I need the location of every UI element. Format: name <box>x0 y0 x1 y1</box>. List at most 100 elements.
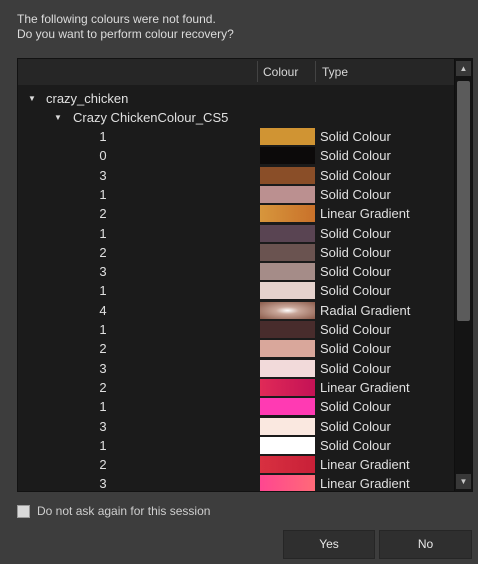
colour-tree[interactable]: Colour Type ▼ crazy_chicken ▼ Crazy Chic… <box>17 58 473 492</box>
expand-arrow-icon[interactable]: ▼ <box>28 94 36 103</box>
usage-count: 1 <box>99 399 107 415</box>
expand-arrow-icon[interactable]: ▼ <box>54 113 62 122</box>
message-line-2: Do you want to perform colour recovery? <box>17 27 234 41</box>
usage-count: 1 <box>99 283 107 299</box>
usage-count: 1 <box>99 129 107 144</box>
colour-swatch <box>260 224 315 242</box>
vertical-scrollbar[interactable]: ▲ ▼ <box>454 59 472 491</box>
usage-count: 3 <box>99 476 107 492</box>
colour-row[interactable]: 1 Solid Colour <box>18 281 455 300</box>
colour-type: Solid Colour <box>320 360 391 376</box>
tree-header: Colour Type <box>18 59 455 85</box>
colour-swatch <box>260 205 315 223</box>
colour-row[interactable]: 3 Solid Colour <box>18 166 455 185</box>
usage-count: 0 <box>99 148 107 164</box>
colour-row[interactable]: 2 Linear Gradient <box>18 455 455 474</box>
usage-count: 2 <box>99 244 107 260</box>
colour-type: Solid Colour <box>320 399 391 415</box>
colour-swatch <box>260 417 315 435</box>
colour-type: Linear Gradient <box>320 379 410 395</box>
usage-count: 2 <box>99 341 107 357</box>
colour-row[interactable]: 2 Solid Colour <box>18 243 455 262</box>
usage-count: 1 <box>99 186 107 202</box>
colour-type: Linear Gradient <box>320 476 410 492</box>
usage-count: 3 <box>99 167 107 183</box>
usage-count: 1 <box>99 225 107 241</box>
colour-type: Solid Colour <box>320 264 391 280</box>
colour-row[interactable]: 0 Solid Colour <box>18 146 455 165</box>
do-not-ask-checkbox[interactable] <box>17 505 30 518</box>
colour-swatch <box>260 436 315 454</box>
colour-row[interactable]: 1 Solid Colour <box>18 397 455 416</box>
usage-count: 4 <box>99 302 107 318</box>
colour-type: Solid Colour <box>320 148 391 164</box>
colour-row[interactable]: 2 Solid Colour <box>18 339 455 358</box>
usage-count: 2 <box>99 457 107 473</box>
colour-type: Solid Colour <box>320 283 391 299</box>
message-line-1: The following colours were not found. <box>17 12 216 26</box>
colour-row[interactable]: 3 Solid Colour <box>18 262 455 281</box>
colour-type: Solid Colour <box>320 225 391 241</box>
usage-count: 2 <box>99 379 107 395</box>
palette-label: Crazy ChickenColour_CS5 <box>73 110 229 125</box>
colour-swatch <box>260 243 315 261</box>
colour-swatch <box>260 378 315 396</box>
colour-type: Solid Colour <box>320 244 391 260</box>
colour-swatch <box>260 301 315 319</box>
header-separator <box>257 61 258 82</box>
scroll-down-icon[interactable]: ▼ <box>456 474 471 489</box>
yes-button[interactable]: Yes <box>283 530 375 559</box>
tree-palette-item[interactable]: ▼ Crazy ChickenColour_CS5 <box>18 108 455 127</box>
root-label: crazy_chicken <box>46 91 129 106</box>
colour-type: Solid Colour <box>320 418 391 434</box>
colour-swatch <box>260 359 315 377</box>
no-button[interactable]: No <box>379 530 472 559</box>
colour-recovery-dialog: The following colours were not found. Do… <box>0 0 478 564</box>
header-colour[interactable]: Colour <box>263 65 298 79</box>
header-separator <box>315 61 316 82</box>
usage-count: 3 <box>99 264 107 280</box>
colour-swatch <box>260 263 315 281</box>
message: The following colours were not found. Do… <box>17 12 234 42</box>
scroll-thumb[interactable] <box>457 81 470 321</box>
colour-type: Solid Colour <box>320 437 391 453</box>
colour-swatch <box>260 456 315 474</box>
usage-count: 2 <box>99 206 107 222</box>
colour-swatch <box>260 321 315 338</box>
colour-row[interactable]: 3 Solid Colour <box>18 359 455 378</box>
usage-count: 3 <box>99 418 107 434</box>
usage-count: 1 <box>99 322 107 337</box>
colour-type: Linear Gradient <box>320 206 410 222</box>
colour-row[interactable]: 1 Solid Colour <box>18 224 455 243</box>
colour-type: Linear Gradient <box>320 457 410 473</box>
colour-swatch <box>260 185 315 203</box>
colour-row[interactable]: 1 Solid Colour <box>18 127 455 146</box>
colour-type: Solid Colour <box>320 129 391 144</box>
header-type[interactable]: Type <box>322 65 348 79</box>
colour-swatch <box>260 166 315 184</box>
do-not-ask-label: Do not ask again for this session <box>37 504 211 518</box>
colour-row[interactable]: 2 Linear Gradient <box>18 204 455 223</box>
colour-type: Solid Colour <box>320 186 391 202</box>
colour-swatch <box>260 340 315 358</box>
usage-count: 1 <box>99 437 107 453</box>
colour-row[interactable]: 3 Solid Colour <box>18 417 455 436</box>
colour-row[interactable]: 2 Linear Gradient <box>18 378 455 397</box>
usage-count: 3 <box>99 360 107 376</box>
tree-root-item[interactable]: ▼ crazy_chicken <box>18 89 455 108</box>
colour-row[interactable]: 1 Solid Colour <box>18 436 455 455</box>
colour-type: Radial Gradient <box>320 302 411 318</box>
colour-row[interactable]: 3 Linear Gradient <box>18 474 455 492</box>
colour-type: Solid Colour <box>320 167 391 183</box>
colour-swatch <box>260 147 315 165</box>
colour-row[interactable]: 4 Radial Gradient <box>18 301 455 320</box>
colour-row[interactable]: 1 Solid Colour <box>18 185 455 204</box>
colour-row[interactable]: 1 Solid Colour <box>18 320 455 339</box>
colour-swatch <box>260 282 315 300</box>
colour-swatch <box>260 398 315 416</box>
colour-swatch <box>260 128 315 145</box>
scroll-up-icon[interactable]: ▲ <box>456 61 471 76</box>
colour-swatch <box>260 475 315 491</box>
colour-type: Solid Colour <box>320 322 391 337</box>
colour-type: Solid Colour <box>320 341 391 357</box>
